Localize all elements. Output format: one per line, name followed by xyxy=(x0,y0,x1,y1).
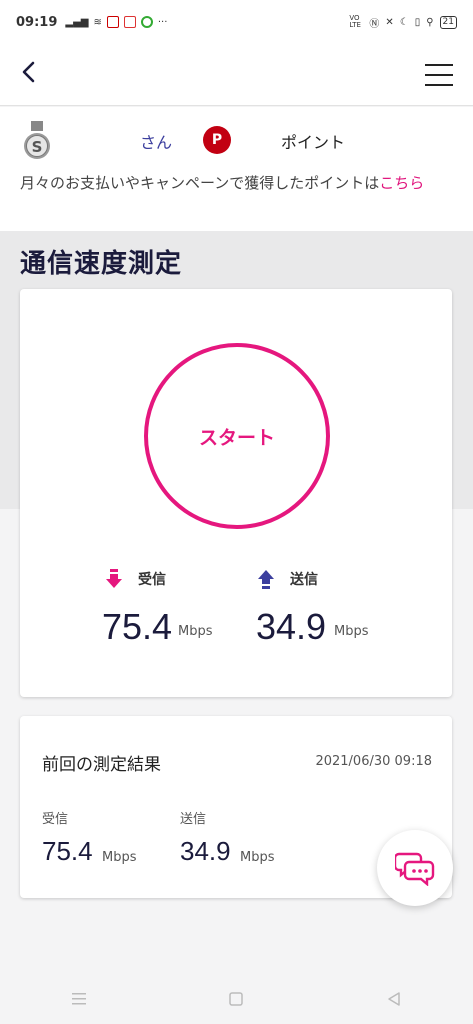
start-button[interactable]: スタート xyxy=(144,343,330,529)
rank-letter: S xyxy=(32,138,43,156)
nfc-icon: Ⓝ xyxy=(369,18,380,30)
gmail-icon xyxy=(123,16,136,28)
download-speed-value: 75.4 xyxy=(102,606,173,647)
last-result-title: 前回の測定結果 xyxy=(42,755,161,775)
chevron-left-icon xyxy=(22,61,35,83)
triangle-back-icon xyxy=(388,992,400,1006)
last-result-date: 2021/06/30 09:18 xyxy=(315,754,432,769)
download-label: 受信 xyxy=(138,572,166,588)
last-upload-label: 送信 xyxy=(180,812,207,827)
vibrate-icon: ✕ xyxy=(385,16,394,28)
upload-label-row: 送信 xyxy=(258,569,318,589)
volte-icon: VO LTE xyxy=(349,14,361,29)
user-name-suffix: さん xyxy=(140,133,173,152)
user-points-section: S さん P ポイント 月々のお支払いやキャンペーンで獲得したポイントはこちら xyxy=(0,107,473,231)
battery-icon: 21 xyxy=(439,15,457,29)
last-upload-value: 34.9 xyxy=(180,836,231,866)
menu-lines-icon xyxy=(71,993,86,1005)
rotate-icon: ▯ xyxy=(414,16,421,28)
menu-button[interactable] xyxy=(425,64,453,88)
home-button[interactable] xyxy=(216,984,256,1014)
chat-button[interactable] xyxy=(377,830,453,906)
recent-apps-button[interactable] xyxy=(59,984,99,1014)
upload-arrow-icon xyxy=(258,570,274,589)
last-upload-unit: Mbps xyxy=(240,850,275,865)
system-icons: VO LTE Ⓝ ✕ ☾ ▯ ⚲ 21 xyxy=(349,15,457,30)
points-description: 月々のお支払いやキャンペーンで獲得したポイントはこちら xyxy=(20,174,425,192)
system-back-button[interactable] xyxy=(374,984,414,1014)
page-title: 通信速度測定 xyxy=(20,249,183,279)
chrome-icon xyxy=(140,16,153,28)
notification-icons: ▂▄▆ ≋ ··· xyxy=(65,16,167,28)
points-label: ポイント xyxy=(281,133,346,152)
system-navigation-bar xyxy=(0,974,473,1024)
chat-bubbles-icon xyxy=(395,852,435,886)
speed-test-card: スタート 受信 送信 75.4 Mbps 34.9 Mbps xyxy=(20,289,452,697)
status-bar: 09:19 ▂▄▆ ≋ ··· VO LTE Ⓝ ✕ ☾ ▯ ⚲ 21 xyxy=(0,0,473,44)
signal-icon: ▂▄▆ xyxy=(65,16,89,28)
upload-speed-unit: Mbps xyxy=(334,624,369,639)
download-arrow-icon xyxy=(106,569,122,588)
upload-speed-value: 34.9 xyxy=(256,606,327,647)
app-header xyxy=(0,44,473,106)
more-icon: ··· xyxy=(157,16,168,28)
yahoo-icon xyxy=(106,16,119,28)
square-home-icon xyxy=(229,992,244,1006)
silver-medal-icon: S xyxy=(24,121,50,159)
status-time: 09:19 xyxy=(16,14,58,30)
last-download-value: 75.4 xyxy=(42,836,93,866)
points-link[interactable]: こちら xyxy=(379,174,424,192)
wifi-icon: ≋ xyxy=(93,16,102,28)
location-icon: ⚲ xyxy=(426,16,434,28)
download-speed-unit: Mbps xyxy=(178,624,213,639)
download-label-row: 受信 xyxy=(106,569,166,589)
moon-icon: ☾ xyxy=(399,16,409,28)
hamburger-menu-icon xyxy=(425,64,453,66)
points-badge-icon: P xyxy=(203,126,231,154)
back-button[interactable] xyxy=(16,58,46,88)
upload-label: 送信 xyxy=(290,572,318,588)
last-download-label: 受信 xyxy=(42,812,69,827)
last-download-unit: Mbps xyxy=(102,850,137,865)
